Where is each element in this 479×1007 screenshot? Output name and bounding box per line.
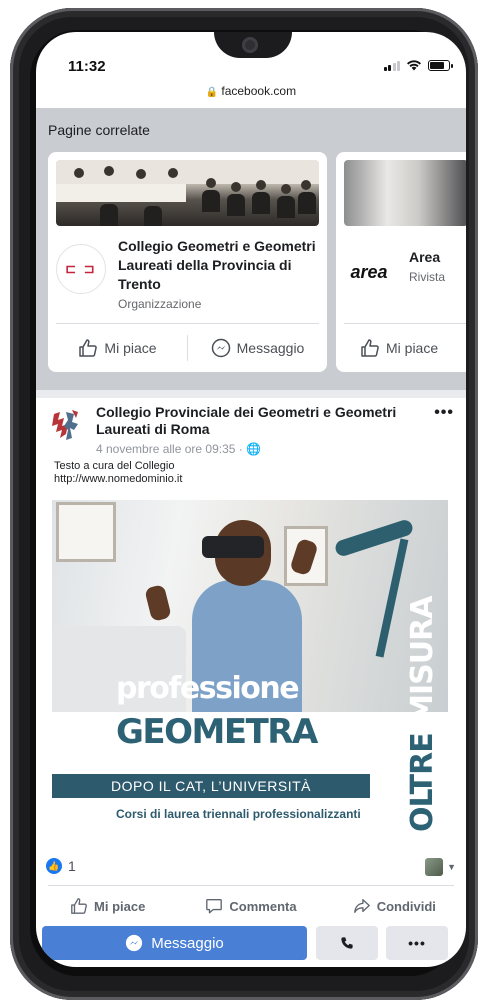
poster-title-line-1: professione bbox=[116, 671, 300, 706]
poster-band: DOPO IL CAT, L’UNIVERSITÀ bbox=[52, 774, 370, 798]
send-message-button[interactable]: Messaggio bbox=[42, 926, 307, 960]
related-pages-section: Pagine correlate ⊏ ⊐ Collegio Geometri e… bbox=[36, 108, 466, 390]
camera-notch bbox=[214, 32, 292, 58]
reactions-summary[interactable]: 👍 1 bbox=[46, 858, 76, 874]
messenger-icon bbox=[211, 338, 230, 358]
wifi-icon bbox=[407, 60, 421, 71]
area-logo: area bbox=[344, 247, 394, 297]
related-page-card[interactable]: area Area Rivista Mi piace bbox=[336, 152, 466, 372]
thumbs-up-icon bbox=[361, 339, 379, 357]
phone-screen: 11:32 🔒 facebook.com Pagine correlate ⊏ … bbox=[36, 32, 466, 967]
page-action-bar: Messaggio ••• bbox=[36, 926, 466, 966]
status-time: 11:32 bbox=[68, 58, 106, 75]
like-label: Mi piace bbox=[104, 340, 157, 356]
thumbs-up-icon bbox=[71, 898, 87, 914]
post-timestamp[interactable]: 4 novembre alle ore 09:35 · 🌐 bbox=[96, 442, 261, 456]
reactions-count: 1 bbox=[68, 858, 76, 874]
battery-icon bbox=[428, 59, 453, 71]
card-actions: Mi piace Messaggio bbox=[48, 324, 327, 372]
lock-icon: 🔒 bbox=[205, 87, 219, 98]
message-page-button[interactable]: Messaggio bbox=[188, 324, 327, 372]
post-options-button[interactable]: ••• bbox=[434, 404, 454, 422]
message-label: Messaggio bbox=[151, 934, 224, 952]
comment-button[interactable]: Commenta bbox=[179, 890, 322, 922]
related-page-name[interactable]: Area bbox=[409, 249, 440, 265]
more-options-button[interactable]: ••• bbox=[386, 926, 448, 960]
desk-lamp-arm bbox=[375, 538, 409, 658]
related-page-card[interactable]: ⊏ ⊐ Collegio Geometri e Geometri Laureat… bbox=[48, 152, 327, 372]
related-page-name[interactable]: Collegio Geometri e Geometri Laureati de… bbox=[118, 237, 318, 294]
like-button[interactable]: Mi piace bbox=[36, 890, 179, 922]
post-link[interactable]: http://www.nomedominio.it bbox=[54, 473, 434, 486]
vr-headset bbox=[202, 536, 264, 558]
related-page-category: Rivista bbox=[409, 270, 446, 284]
related-page-category: Organizzazione bbox=[118, 297, 202, 311]
card-actions: Mi piace bbox=[336, 324, 466, 372]
post-actions: Mi piace Commenta Condividi bbox=[36, 890, 466, 922]
poster-vertical-title: OLTRE MISURA bbox=[405, 596, 440, 832]
signal-icon bbox=[383, 60, 400, 71]
messenger-icon bbox=[126, 934, 143, 952]
poster-title-line-2: GEOMETRA bbox=[116, 712, 318, 752]
share-icon bbox=[353, 899, 370, 913]
caret-down-icon: ▼ bbox=[447, 862, 456, 872]
post-author[interactable]: Collegio Provinciale dei Geometri e Geom… bbox=[96, 404, 426, 438]
front-camera bbox=[242, 37, 258, 53]
related-pages-title: Pagine correlate bbox=[48, 122, 150, 138]
cover-photo bbox=[56, 160, 319, 226]
divider bbox=[48, 885, 454, 886]
page-avatar[interactable] bbox=[48, 408, 84, 444]
like-label: Mi piace bbox=[386, 340, 439, 356]
post-text-line: Testo a cura del Collegio bbox=[54, 460, 175, 472]
call-button[interactable] bbox=[316, 926, 378, 960]
post-image[interactable]: professione GEOMETRA OLTRE MISURA DOPO I… bbox=[52, 500, 448, 832]
status-icons bbox=[383, 59, 453, 71]
poster-vertical-word-1: OLTRE bbox=[405, 733, 440, 832]
address-bar[interactable]: 🔒 facebook.com bbox=[36, 84, 466, 98]
thumbs-up-icon bbox=[79, 339, 98, 357]
cover-photo bbox=[344, 160, 466, 226]
globe-icon: 🌐 bbox=[246, 442, 262, 456]
hand bbox=[144, 584, 172, 622]
like-page-button[interactable]: Mi piace bbox=[48, 324, 187, 372]
poster-subtitle: Corsi di laurea triennali professionaliz… bbox=[116, 807, 361, 821]
like-page-button[interactable]: Mi piace bbox=[360, 324, 438, 372]
comment-icon bbox=[206, 899, 223, 914]
feed-separator bbox=[36, 390, 466, 398]
url-text: facebook.com bbox=[221, 84, 297, 98]
message-label: Messaggio bbox=[236, 340, 305, 356]
like-reaction-icon: 👍 bbox=[46, 858, 62, 874]
reactor-avatar bbox=[425, 858, 444, 876]
wall-frame bbox=[56, 502, 116, 562]
share-button[interactable]: Condividi bbox=[323, 890, 466, 922]
phone-icon bbox=[341, 937, 353, 949]
organization-logo: ⊏ ⊐ bbox=[56, 244, 106, 294]
reactor-selector[interactable]: ▼ bbox=[425, 858, 456, 876]
post-text: Testo a cura del Collegio http://www.nom… bbox=[54, 460, 434, 486]
poster-vertical-word-2: MISURA bbox=[405, 596, 440, 734]
